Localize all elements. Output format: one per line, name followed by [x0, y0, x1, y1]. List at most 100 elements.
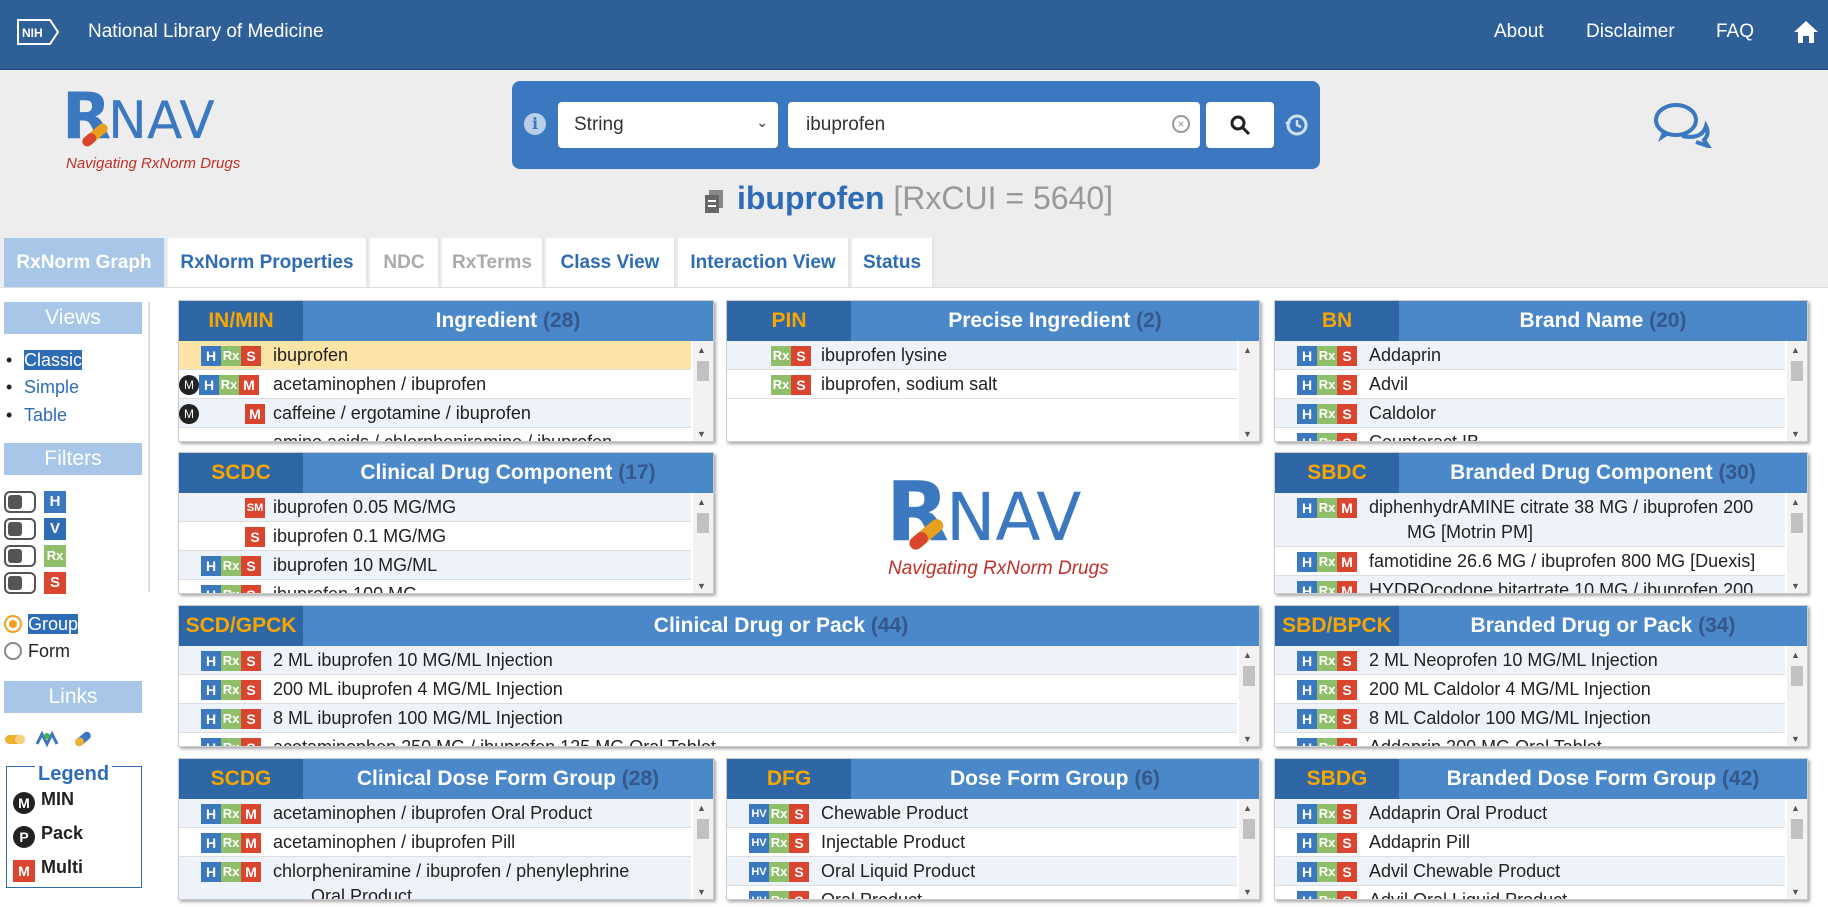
list-item[interactable]: H Rx S Advil: [1275, 370, 1785, 399]
panel-brand-name: BN Brand Name (20) H Rx S Addaprin H Rx S Advil…: [1274, 300, 1808, 442]
filter-v[interactable]: V: [4, 518, 66, 540]
nih-logo-icon[interactable]: NIH: [16, 18, 60, 46]
list-item[interactable]: H Rx Mchlorpheniramine / ibuprofen / pheny…: [179, 857, 691, 899]
view-simple[interactable]: Simple: [6, 377, 79, 398]
filter-s-toggle[interactable]: [4, 572, 36, 594]
list-item[interactable]: HRxSAdvil Oral Liquid Product: [1275, 886, 1785, 899]
scrollbar[interactable]: ▲ ▼: [1239, 341, 1259, 441]
tab-class-view[interactable]: Class View: [546, 238, 676, 287]
scrollbar[interactable]: ▲ ▼: [693, 341, 713, 441]
filter-s[interactable]: S: [4, 572, 66, 594]
list-item[interactable]: Rx Sibuprofen, sodium salt: [727, 370, 1237, 399]
view-table[interactable]: Table: [6, 405, 67, 426]
panel-tag: SCDG: [179, 759, 303, 799]
tab-rxnorm-properties[interactable]: RxNorm Properties: [168, 238, 368, 287]
scrollbar[interactable]: ▲ ▼: [1787, 341, 1807, 441]
list-item[interactable]: HRxSibuprofen 100 MG: [179, 580, 691, 593]
scrollbar[interactable]: ▲ ▼: [1787, 799, 1807, 899]
list-item[interactable]: H Rx S Addaprin Oral Product: [1275, 799, 1785, 828]
list-item[interactable]: H Rx Sibuprofen: [179, 341, 691, 370]
scrollbar[interactable]: ▲ ▼: [693, 493, 713, 593]
list-item[interactable]: H Rx Mfamotidine 26.6 MG / ibuprofen 800 M…: [1275, 547, 1785, 576]
scrollbar[interactable]: ▲ ▼: [1239, 646, 1259, 746]
list-item[interactable]: H Rx S Caldolor: [1275, 399, 1785, 428]
legend-title: Legend: [35, 763, 113, 786]
legend-pack: P Pack: [13, 823, 83, 848]
list-item[interactable]: H Rx S Advil Chewable Product: [1275, 857, 1785, 886]
list-item[interactable]: H Rx S 8 ML Caldolor 100 MG/ML Injection: [1275, 704, 1785, 733]
filter-v-toggle[interactable]: [4, 518, 36, 540]
rxnav-logo[interactable]: R NAV Navigating RxNorm Drugs: [62, 78, 242, 174]
search-button[interactable]: [1206, 102, 1274, 148]
list-item[interactable]: M Mcaffeine / ergotamine / ibuprofen: [179, 399, 691, 428]
list-item[interactable]: H Rx S 200 ML ibuprofen 4 MG/ML Injection: [179, 675, 1237, 704]
dailymed-link-icon[interactable]: [36, 728, 58, 750]
list-item[interactable]: Sibuprofen 0.1 MG/MG: [179, 522, 691, 551]
rxnav-center-logo: R NAV Navigating RxNorm Drugs: [886, 465, 1109, 579]
list-item[interactable]: H Rx S 8 ML ibuprofen 100 MG/ML Injection: [179, 704, 1237, 733]
list-item[interactable]: HV Rx S Oral Liquid Product: [727, 857, 1237, 886]
list-item[interactable]: HRxSAddaprin 200 MG Oral Tablet: [1275, 733, 1785, 746]
filter-h-toggle[interactable]: [4, 491, 36, 513]
list-item[interactable]: HV Rx S Chewable Product: [727, 799, 1237, 828]
list-item[interactable]: Rx Sibuprofen lysine: [727, 341, 1237, 370]
list-item[interactable]: HVRxSOral Product: [727, 886, 1237, 899]
list-item[interactable]: HRxSCounteract IB: [1275, 428, 1785, 441]
list-item[interactable]: H Rx S 2 ML ibuprofen 10 MG/ML Injection: [179, 646, 1237, 675]
tab-rxterms[interactable]: RxTerms: [442, 238, 544, 287]
radio-form[interactable]: Form: [4, 641, 70, 662]
info-icon[interactable]: i: [524, 113, 546, 135]
list-item[interactable]: H Rx S 2 ML Neoprofen 10 MG/ML Injection: [1275, 646, 1785, 675]
svg-text:Navigating RxNorm Drugs: Navigating RxNorm Drugs: [66, 155, 241, 172]
scrollbar[interactable]: ▲ ▼: [693, 799, 713, 899]
tab-interaction-view[interactable]: Interaction View: [678, 238, 850, 287]
pill-link-icon[interactable]: [4, 728, 26, 750]
filter-rx-toggle[interactable]: [4, 545, 36, 567]
radio-group[interactable]: Group: [4, 614, 79, 635]
capsule-link-icon[interactable]: [72, 728, 94, 750]
view-classic[interactable]: Classic: [6, 350, 83, 371]
disclaimer-link[interactable]: Disclaimer: [1586, 21, 1675, 43]
panel-count: (6): [1134, 767, 1161, 790]
tab-ndc[interactable]: NDC: [370, 238, 440, 287]
filters-header: Filters: [4, 443, 142, 475]
list-item[interactable]: H Rx M HYDROcodone bitartrate 10 MG / ibupr…: [1275, 576, 1785, 593]
links-header: Links: [4, 681, 142, 713]
tab-rxnorm-graph[interactable]: RxNorm Graph: [4, 238, 166, 287]
tab-status[interactable]: Status: [852, 238, 934, 287]
list-item[interactable]: H Rx Sibuprofen 10 MG/ML: [179, 551, 691, 580]
nlm-link[interactable]: National Library of Medicine: [88, 21, 324, 43]
scrollbar[interactable]: ▲ ▼: [1787, 646, 1807, 746]
list-item[interactable]: M H Rx Macetaminophen / ibuprofen: [179, 370, 691, 399]
chat-icon[interactable]: [1652, 100, 1712, 148]
clear-icon[interactable]: ×: [1172, 115, 1190, 133]
list-item[interactable]: HRxSacetaminophen 250 MG / ibuprofen 125…: [179, 733, 1237, 746]
list-item[interactable]: HV Rx S Injectable Product: [727, 828, 1237, 857]
home-icon[interactable]: [1792, 18, 1820, 46]
svg-text:NAV: NAV: [108, 91, 215, 151]
search-input[interactable]: ibuprofen ×: [788, 102, 1200, 148]
search-input-value: ibuprofen: [806, 114, 886, 135]
list-item[interactable]: H Rx S Addaprin: [1275, 341, 1785, 370]
list-item[interactable]: H Rx Macetaminophen / ibuprofen Oral Produ…: [179, 799, 691, 828]
panel-branded-dose-form-group: SBDG Branded Dose Form Group (42) H Rx S Add…: [1274, 758, 1808, 900]
list-item[interactable]: H Rx MdiphenhydrAMINE citrate 38 MG / ibup…: [1275, 493, 1785, 547]
search-icon: [1230, 115, 1251, 136]
list-item[interactable]: H Rx S Addaprin Pill: [1275, 828, 1785, 857]
panel-tag: IN/MIN: [179, 301, 303, 341]
scrollbar[interactable]: ▲ ▼: [1787, 493, 1807, 593]
panel-tag: SCDC: [179, 453, 303, 493]
history-icon[interactable]: [1284, 112, 1310, 138]
panel-title: Clinical Drug or Pack: [653, 614, 866, 637]
faq-link[interactable]: FAQ: [1716, 21, 1754, 43]
list-item[interactable]: H Rx Macetaminophen / ibuprofen Pill: [179, 828, 691, 857]
filter-rx[interactable]: Rx: [4, 545, 66, 567]
search-type-select[interactable]: String ⌄: [558, 102, 778, 148]
list-item[interactable]: amino acids / chlorpheniramine / ibuprof…: [179, 428, 691, 441]
about-link[interactable]: About: [1494, 21, 1544, 43]
scrollbar[interactable]: ▲ ▼: [1239, 799, 1259, 899]
copy-icon[interactable]: [703, 188, 725, 214]
list-item[interactable]: H Rx S 200 ML Caldolor 4 MG/ML Injection: [1275, 675, 1785, 704]
list-item[interactable]: SM ibuprofen 0.05 MG/MG: [179, 493, 691, 522]
filter-h[interactable]: H: [4, 491, 66, 513]
